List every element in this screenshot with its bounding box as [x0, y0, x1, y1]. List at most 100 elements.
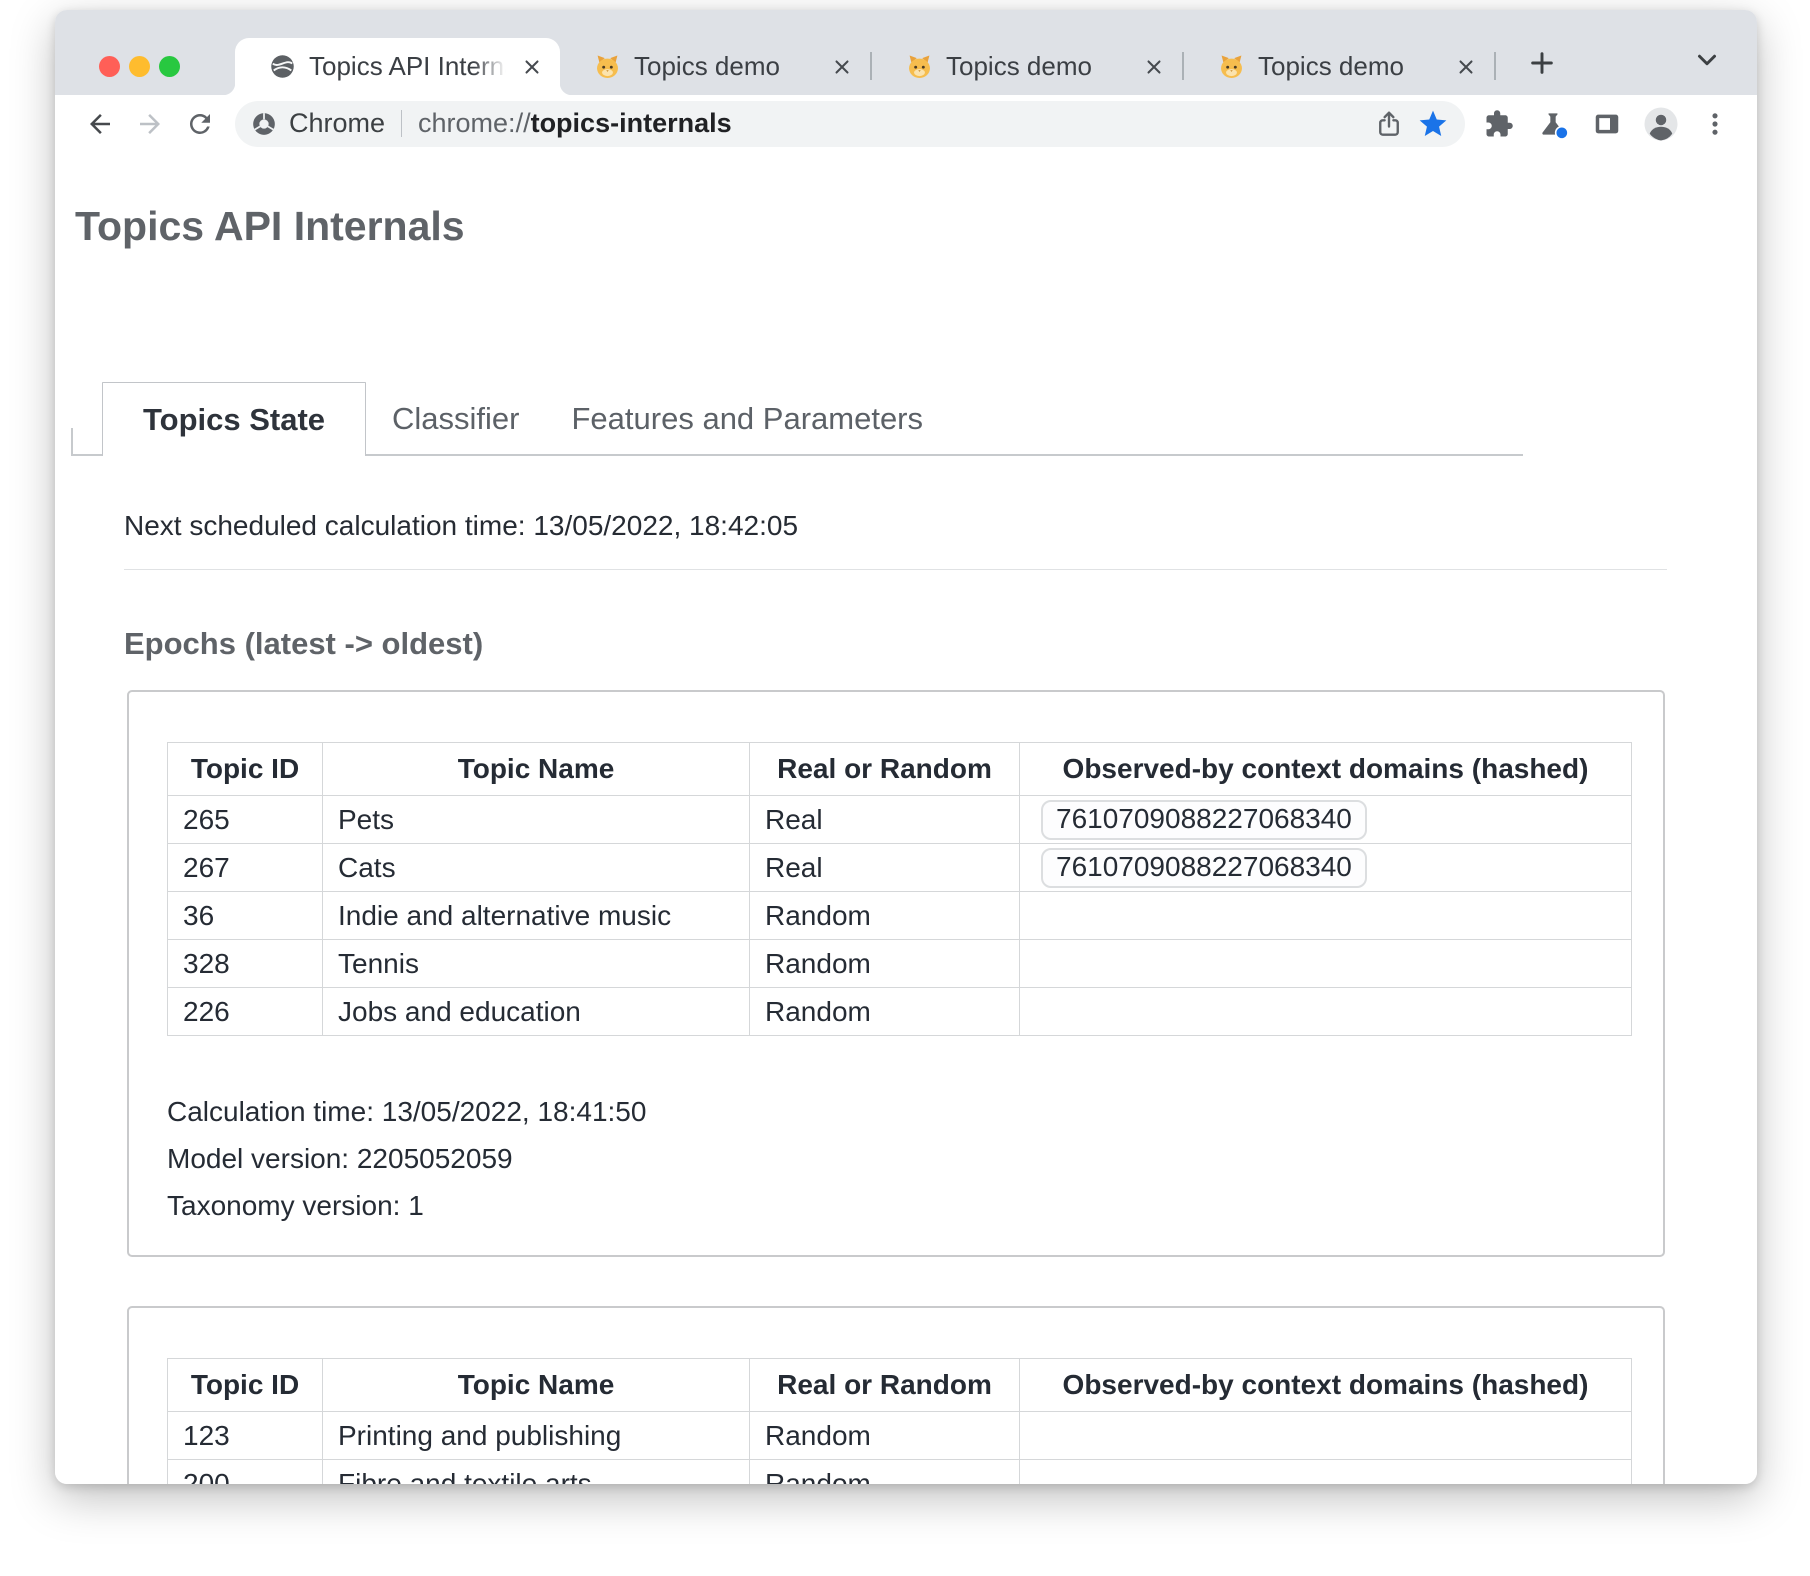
page-title: Topics API Internals — [75, 202, 1757, 250]
address-bar[interactable]: Chrome chrome://topics-internals — [235, 101, 1465, 147]
real-or-random-cell: Random — [750, 988, 1020, 1036]
topic-name-cell: Cats — [323, 844, 750, 892]
calculation-time: Calculation time: 13/05/2022, 18:41:50 — [167, 1088, 1663, 1135]
column-header: Real or Random — [750, 1359, 1020, 1412]
topic-id-cell: 226 — [168, 988, 323, 1036]
real-or-random-cell: Random — [750, 1412, 1020, 1460]
tab-close-icon[interactable] — [830, 55, 854, 79]
search-engine-label: Chrome — [289, 108, 385, 139]
observed-domains-cell — [1020, 892, 1632, 940]
hashed-domain-value[interactable]: 7610709088227068340 — [1041, 800, 1367, 840]
tab-close-icon[interactable] — [1454, 55, 1478, 79]
zoom-window-button[interactable] — [159, 56, 180, 77]
close-icon — [521, 56, 543, 78]
column-header: Observed-by context domains (hashed) — [1020, 1359, 1632, 1412]
page-tab-classifier[interactable]: Classifier — [366, 384, 545, 454]
observed-domains-cell: 7610709088227068340 — [1020, 796, 1632, 844]
topic-name-cell: Jobs and education — [323, 988, 750, 1036]
side-panel-button[interactable] — [1585, 102, 1629, 146]
close-icon — [831, 56, 853, 78]
column-header: Topic Name — [323, 743, 750, 796]
chrome-logo-icon — [251, 111, 277, 137]
page-content: Topics API Internals Topics StateClassif… — [55, 152, 1757, 1484]
epochs-list: Topic IDTopic NameReal or RandomObserved… — [127, 690, 1757, 1484]
page-tab-features-and-parameters[interactable]: Features and Parameters — [546, 384, 950, 454]
back-icon — [85, 109, 115, 139]
observed-domains-cell — [1020, 1412, 1632, 1460]
screenshot-stage: Topics API Internals Topics demo Topics de… — [0, 0, 1810, 1576]
share-button[interactable] — [1367, 102, 1411, 146]
browser-tabs: Topics API Internals Topics demo Topics de… — [235, 10, 1562, 95]
next-calculation-time: Next scheduled calculation time: 13/05/2… — [124, 510, 1757, 542]
tab-title: Topics API Internals — [309, 51, 510, 82]
observed-domains-cell — [1020, 988, 1632, 1036]
close-icon — [1455, 56, 1477, 78]
table-row: 267CatsReal 7610709088227068340 — [168, 844, 1632, 892]
topic-id-cell: 267 — [168, 844, 323, 892]
epoch-table: Topic IDTopic NameReal or RandomObserved… — [167, 742, 1632, 1036]
extensions-button[interactable] — [1477, 102, 1521, 146]
epoch-meta: Calculation time: 13/05/2022, 18:41:50Mo… — [167, 1088, 1663, 1229]
topic-name-cell: Pets — [323, 796, 750, 844]
topic-name-cell: Printing and publishing — [323, 1412, 750, 1460]
epoch-panel: Topic IDTopic NameReal or RandomObserved… — [127, 1306, 1665, 1484]
globe-icon — [269, 53, 296, 80]
forward-button[interactable] — [129, 102, 171, 146]
table-header-row: Topic IDTopic NameReal or RandomObserved… — [168, 743, 1632, 796]
back-button[interactable] — [79, 102, 121, 146]
tab-title: Topics demo — [1258, 51, 1444, 82]
profile-avatar-icon — [1643, 106, 1679, 142]
tab-divider — [1494, 52, 1496, 80]
real-or-random-cell: Real — [750, 844, 1020, 892]
page-tab-topics-state[interactable]: Topics State — [102, 382, 366, 456]
browser-menu-button[interactable] — [1693, 102, 1737, 146]
real-or-random-cell: Real — [750, 796, 1020, 844]
toolbar-right-icons — [1477, 102, 1737, 146]
bookmark-button[interactable] — [1411, 102, 1455, 146]
reload-button[interactable] — [179, 102, 221, 146]
profile-button[interactable] — [1639, 102, 1683, 146]
reload-icon — [185, 109, 215, 139]
epochs-heading: Epochs (latest -> oldest) — [124, 626, 1757, 662]
cat-icon — [1218, 53, 1245, 80]
omnibox-divider — [401, 110, 402, 137]
cat-icon — [594, 53, 621, 80]
cat-icon — [1218, 53, 1245, 80]
real-or-random-cell: Random — [750, 1460, 1020, 1485]
table-header-row: Topic IDTopic NameReal or RandomObserved… — [168, 1359, 1632, 1412]
tab-strip: Topics API Internals Topics demo Topics de… — [55, 10, 1757, 95]
page-tab-bar: Topics StateClassifierFeatures and Param… — [72, 382, 1523, 456]
toolbar: Chrome chrome://topics-internals — [55, 95, 1757, 152]
table-row: 226Jobs and educationRandom — [168, 988, 1632, 1036]
real-or-random-cell: Random — [750, 892, 1020, 940]
topic-name-cell: Indie and alternative music — [323, 892, 750, 940]
window-controls — [99, 56, 180, 77]
tab-title: Topics demo — [634, 51, 820, 82]
topic-id-cell: 123 — [168, 1412, 323, 1460]
browser-tab[interactable]: Topics API Internals — [235, 38, 560, 95]
cat-icon — [906, 53, 933, 80]
cat-icon — [594, 53, 621, 80]
topic-id-cell: 328 — [168, 940, 323, 988]
topic-id-cell: 36 — [168, 892, 323, 940]
new-tab-button[interactable] — [1522, 43, 1562, 83]
url-text: chrome://topics-internals — [418, 108, 732, 139]
browser-tab[interactable]: Topics demo — [1184, 38, 1494, 95]
observed-domains-cell — [1020, 940, 1632, 988]
tab-search-chevron-icon[interactable] — [1687, 43, 1727, 77]
browser-tab[interactable]: Topics demo — [872, 38, 1182, 95]
column-header: Topic ID — [168, 743, 323, 796]
minimize-window-button[interactable] — [129, 56, 150, 77]
bookmark-star-icon — [1417, 108, 1449, 140]
table-row: 200Fibre and textile artsRandom — [168, 1460, 1632, 1485]
hashed-domain-value[interactable]: 7610709088227068340 — [1041, 848, 1367, 888]
close-window-button[interactable] — [99, 56, 120, 77]
tab-close-icon[interactable] — [520, 55, 544, 79]
browser-tab[interactable]: Topics demo — [560, 38, 870, 95]
tab-close-icon[interactable] — [1142, 55, 1166, 79]
experiments-button[interactable] — [1531, 102, 1575, 146]
browser-window: Topics API Internals Topics demo Topics de… — [55, 10, 1757, 1484]
topic-id-cell: 265 — [168, 796, 323, 844]
taxonomy-version: Taxonomy version: 1 — [167, 1182, 1663, 1229]
column-header: Real or Random — [750, 743, 1020, 796]
